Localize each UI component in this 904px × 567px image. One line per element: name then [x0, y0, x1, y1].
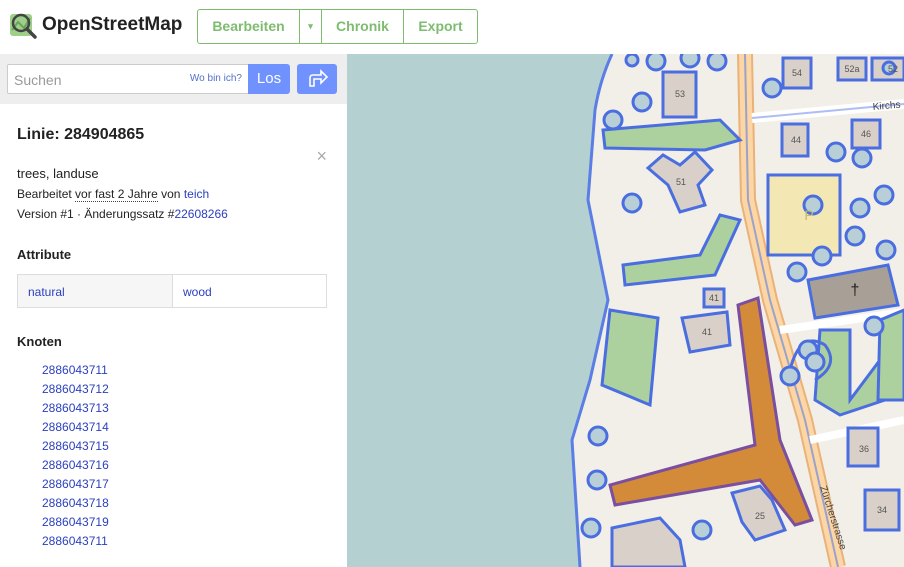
label-41: 41 — [702, 327, 712, 337]
attributes-table: natural wood — [17, 274, 327, 308]
node-link[interactable]: 2886043719 — [42, 513, 330, 532]
wood-area-3 — [600, 308, 660, 408]
label-51: 51 — [676, 177, 686, 187]
map-canvas[interactable]: † 54 52a 52 53 51 44 46 41 41 36 34 25 P… — [347, 54, 904, 567]
label-52: 52 — [888, 64, 898, 74]
feature-title: Linie: 284904865 — [17, 126, 145, 143]
directions-icon — [297, 69, 337, 98]
edited-prefix: Bearbeitet — [17, 187, 72, 201]
edit-info: Bearbeitet vor fast 2 Jahre von teich — [17, 187, 330, 202]
changeset-link[interactable]: 22608266 — [174, 207, 227, 221]
search-bar: Suchen Wo bin ich? Los — [0, 54, 347, 104]
feature-panel: × Linie: 284904865 trees, landuse Bearbe… — [0, 126, 347, 551]
node-link[interactable]: 2886043711 — [42, 361, 330, 380]
lake-area — [347, 54, 612, 567]
church-cross-icon: † — [851, 282, 860, 299]
version-text: Version #1 · Änderungssatz # — [17, 207, 175, 221]
label-53: 53 — [675, 89, 685, 99]
site-title: OpenStreetMap — [42, 14, 183, 35]
sidebar: Suchen Wo bin ich? Los × Linie: 28490486… — [0, 54, 347, 567]
close-icon[interactable]: × — [316, 146, 327, 167]
label-25: 25 — [755, 511, 765, 521]
label-54: 54 — [792, 68, 802, 78]
node-link[interactable]: 2886043713 — [42, 399, 330, 418]
edit-button[interactable]: Bearbeiten — [198, 10, 300, 43]
search-placeholder: Suchen — [14, 72, 62, 88]
node-link[interactable]: 2886043717 — [42, 475, 330, 494]
attribute-key-link[interactable]: natural — [18, 275, 173, 307]
search-input[interactable]: Suchen Wo bin ich? — [7, 64, 249, 94]
osm-logo-icon — [8, 10, 38, 40]
nodes-heading: Knoten — [17, 334, 62, 349]
street-label-kirch: Kirchs — [872, 100, 901, 113]
label-36: 36 — [859, 444, 869, 454]
node-link[interactable]: 2886043711 — [42, 532, 330, 551]
label-34: 34 — [877, 505, 887, 515]
attributes-heading: Attribute — [17, 247, 72, 262]
label-41-small: 41 — [709, 293, 719, 303]
node-link[interactable]: 2886043712 — [42, 380, 330, 399]
where-am-i-link[interactable]: Wo bin ich? — [190, 73, 242, 84]
export-button[interactable]: Export — [404, 10, 477, 43]
editor-link[interactable]: teich — [184, 187, 209, 201]
label-46: 46 — [861, 129, 871, 139]
wood-area-2 — [621, 213, 743, 287]
feature-tags: trees, landuse — [17, 166, 99, 181]
version-info: Version #1 · Änderungssatz #22608266 — [17, 207, 330, 221]
node-link[interactable]: 2886043718 — [42, 494, 330, 513]
main-nav: Bearbeiten ▾ Chronik Export — [197, 9, 478, 44]
edit-dropdown-caret-icon[interactable]: ▾ — [300, 10, 322, 43]
header: OpenStreetMap Bearbeiten ▾ Chronik Expor… — [0, 0, 904, 54]
parking-label: P — [804, 207, 813, 223]
logo[interactable]: OpenStreetMap — [8, 10, 182, 40]
node-link[interactable]: 2886043714 — [42, 418, 330, 437]
search-go-button[interactable]: Los — [248, 64, 290, 94]
wood-area-1 — [601, 118, 743, 152]
map-view[interactable]: † 54 52a 52 53 51 44 46 41 41 36 34 25 P… — [347, 54, 904, 567]
directions-button[interactable] — [297, 64, 337, 94]
edited-by: von — [161, 187, 181, 201]
node-link[interactable]: 2886043716 — [42, 456, 330, 475]
node-link[interactable]: 2886043715 — [42, 437, 330, 456]
history-button[interactable]: Chronik — [322, 10, 404, 43]
edited-ago: vor fast 2 Jahre — [75, 187, 158, 202]
label-52a: 52a — [844, 64, 859, 74]
attribute-value-link[interactable]: wood — [173, 275, 222, 307]
label-44: 44 — [791, 135, 801, 145]
building-bottom — [610, 516, 687, 567]
nodes-list: 2886043711 2886043712 2886043713 2886043… — [17, 361, 330, 551]
